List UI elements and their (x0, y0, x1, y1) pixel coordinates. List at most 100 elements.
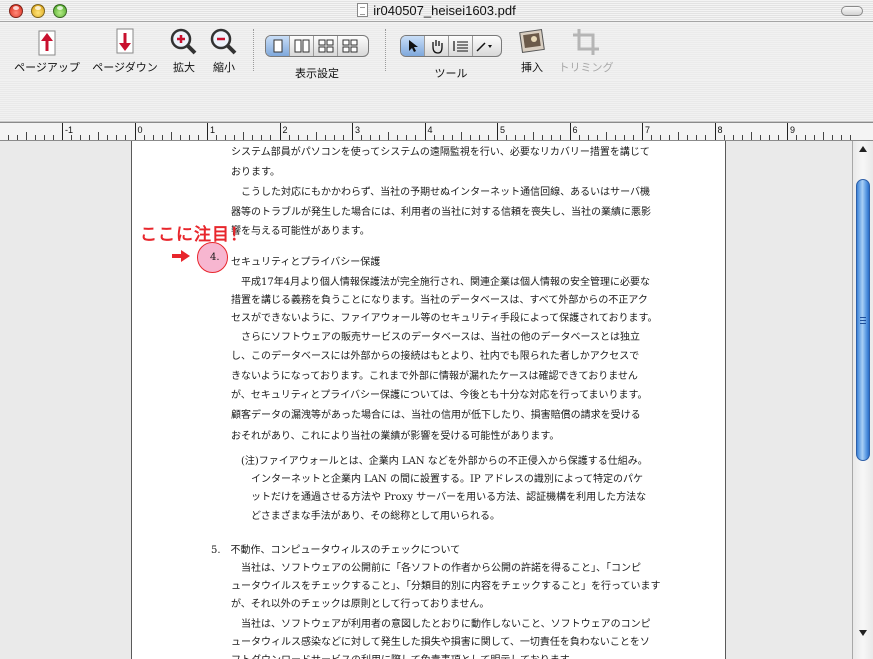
zoom-out-button[interactable]: 縮小 (206, 25, 242, 75)
ruler-tick (370, 135, 371, 140)
document-line: セスができないように、ファイアウォール等のセキュリティ手段によって保護されており… (231, 313, 658, 324)
toolbar-toggle-button[interactable] (841, 6, 863, 16)
ruler-tick (107, 135, 108, 140)
ruler-tick (425, 123, 426, 140)
ruler-tick (415, 135, 416, 140)
ruler-tick (189, 135, 190, 140)
ruler-tick (98, 132, 99, 140)
ruler-tick (642, 123, 643, 140)
ruler-tick (542, 135, 543, 140)
document-line: ットだけを通過させる方法や Proxy サーバーを用いる方法、認証機構を利用した… (251, 492, 647, 503)
ruler-tick (198, 135, 199, 140)
two-page-icon (294, 39, 309, 53)
ruler-tick (488, 135, 489, 140)
ruler-tick (89, 135, 90, 140)
ruler-tick (814, 135, 815, 140)
ruler-tick (506, 135, 507, 140)
page-up-icon (29, 25, 65, 59)
scroll-down-arrow-icon[interactable] (853, 625, 873, 641)
document-line: きないようになっております。これまで外部に情報が漏れたケースは確認できておりませ… (231, 371, 638, 382)
document-line: 措置を講じる義務を負うことになります。当社のデータベースは、すべて外部からの不正… (231, 295, 648, 306)
ruler-tick (533, 132, 534, 140)
ruler-tick (397, 135, 398, 140)
ruler-tick (515, 135, 516, 140)
ruler-label: 3 (355, 125, 361, 135)
ruler-tick (787, 123, 788, 140)
ruler-tick (35, 135, 36, 140)
ruler-tick (298, 135, 299, 140)
ruler-tick (280, 123, 281, 140)
ruler-tick (334, 135, 335, 140)
ruler-tick (678, 132, 679, 140)
ruler-tick (769, 135, 770, 140)
text-select-icon (452, 41, 468, 52)
ruler-tick (270, 135, 271, 140)
ruler-tick (261, 135, 262, 140)
ruler-tick (352, 123, 353, 140)
insert-button[interactable]: 挿入 (514, 25, 550, 75)
zoom-in-button[interactable]: 拡大 (166, 25, 202, 75)
ruler-tick (26, 132, 27, 140)
document-line: さらにソフトウェアの販売サービスのデータベースは、当社の他のデータベースとは独立 (231, 332, 640, 343)
ruler-tick (760, 135, 761, 140)
ruler-tick (579, 135, 580, 140)
insert-image-icon (514, 25, 550, 59)
ruler-tick (660, 135, 661, 140)
scroll-thumb[interactable] (856, 179, 870, 461)
ruler-label: 2 (282, 125, 288, 135)
ruler-tick (8, 135, 9, 140)
ruler-tick (570, 123, 571, 140)
scroll-up-arrow-icon[interactable] (853, 141, 873, 157)
ruler-label: 4 (427, 125, 433, 135)
annotation-tool-button[interactable] (473, 36, 497, 56)
continuous-two-page-mode-button[interactable] (338, 36, 362, 56)
ruler-tick (180, 135, 181, 140)
preview-window: ir040507_heisei1603.pdf ページアップ ページダウン 拡大… (0, 0, 873, 659)
document-view[interactable]: システム部員がパソコンを使ってシステムの遠隔監視を行い、必要なリカバリー措置を講… (0, 141, 852, 659)
move-tool-button[interactable] (425, 36, 449, 56)
document-line: 器等のトラブルが発生した場合には、利用者の当社に対する信頼を喪失し、当社の業績に… (231, 207, 651, 218)
ruler-tick (796, 135, 797, 140)
scroll-grip (860, 323, 866, 324)
ruler-label: 1 (210, 125, 216, 135)
ruler-tick (171, 132, 172, 140)
ruler-tick (497, 123, 498, 140)
insert-label: 挿入 (521, 62, 543, 74)
page-up-button[interactable]: ページアップ (12, 25, 82, 75)
continuous-mode-button[interactable] (314, 36, 338, 56)
document-line: セキュリティとプライバシー保護 (231, 257, 381, 268)
ruler-tick (850, 135, 851, 140)
ruler-label: 7 (645, 125, 651, 135)
select-tool-button[interactable] (401, 36, 425, 56)
ruler-tick (62, 123, 63, 140)
ruler-tick (669, 135, 670, 140)
zoom-out-icon (206, 25, 242, 59)
hand-icon (431, 40, 443, 54)
ruler-tick (841, 135, 842, 140)
ruler-tick (823, 132, 824, 140)
two-page-mode-button[interactable] (290, 36, 314, 56)
ruler-tick (216, 135, 217, 140)
document-line: 5. 不動作、コンピュータウィルスのチェックについて (211, 545, 461, 556)
text-tool-button[interactable] (449, 36, 473, 56)
toolbar-background (0, 80, 873, 122)
page-down-button[interactable]: ページダウン (90, 25, 160, 75)
tools-segmented (400, 35, 502, 57)
ruler-tick (80, 135, 81, 140)
single-page-mode-button[interactable] (266, 36, 290, 56)
ruler-tick (307, 135, 308, 140)
ruler-tick (325, 135, 326, 140)
ruler-tick (461, 132, 462, 140)
document-line: が、セキュリティとプライバシー保護については、今後とも十分な対応を行ってまいりま… (231, 390, 648, 401)
ruler-tick (832, 135, 833, 140)
ruler-tick (225, 135, 226, 140)
zoom-in-label: 拡大 (173, 62, 195, 74)
title-bar[interactable]: ir040507_heisei1603.pdf (0, 0, 873, 22)
toolbar-separator (253, 29, 254, 71)
document-line: 当社は、ソフトウェアが利用者の意図したとおりに動作しないこと、ソフトウェアのコン… (231, 619, 651, 630)
ruler-tick (479, 135, 480, 140)
trimming-button[interactable]: トリミング (556, 25, 616, 75)
vertical-scrollbar[interactable] (852, 141, 873, 659)
document-line: 平成17年4月より個人情報保護法が完全施行され、関連企業は個人情報の安全管理に必… (231, 277, 650, 288)
scroll-grip (860, 317, 866, 318)
